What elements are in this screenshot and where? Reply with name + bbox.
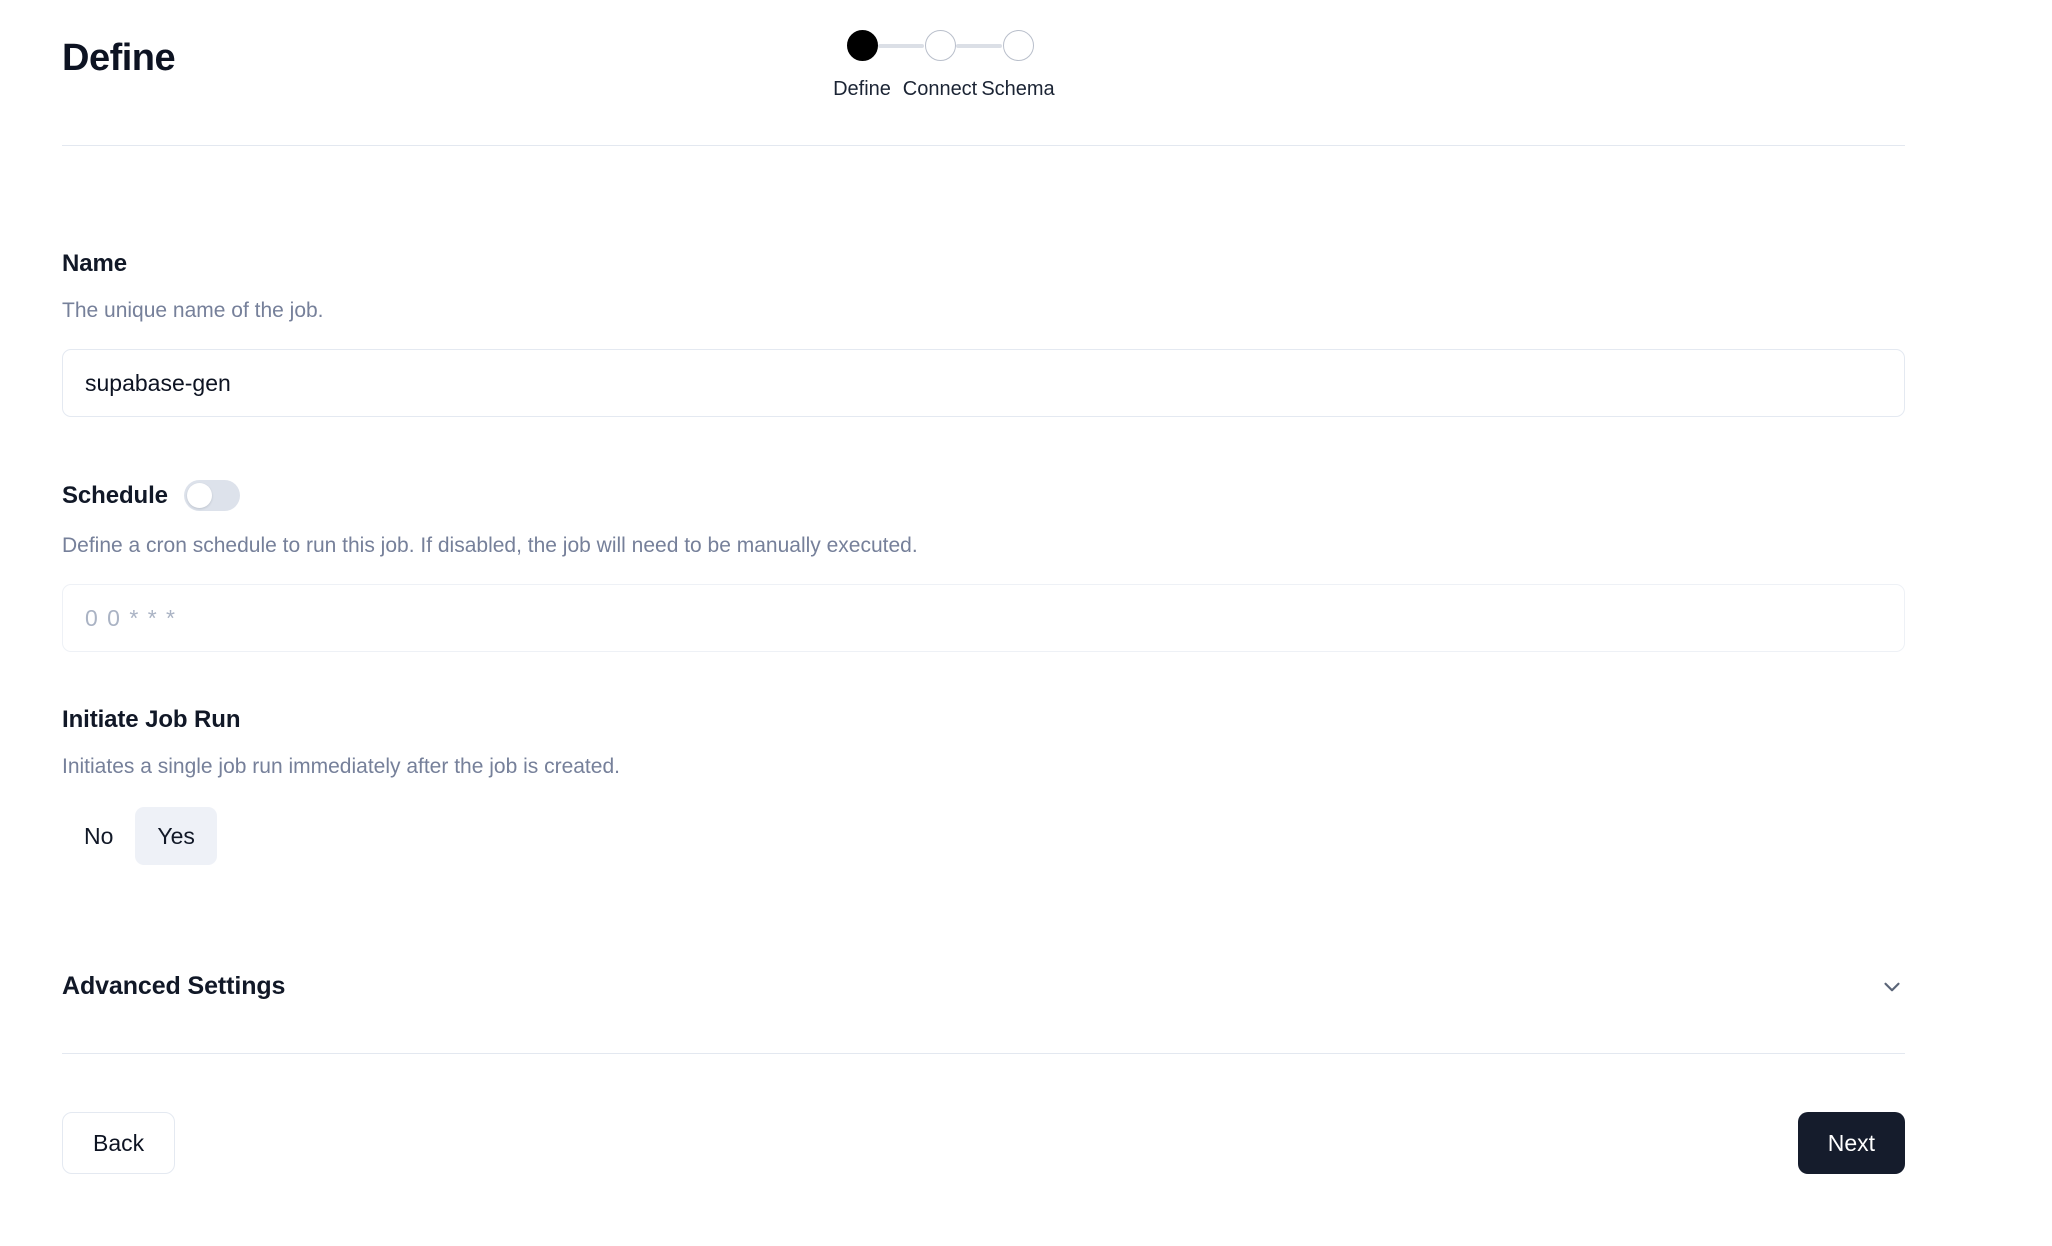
page-title: Define <box>62 37 176 79</box>
wizard-footer: Back Next <box>62 1112 1905 1174</box>
advanced-settings-title: Advanced Settings <box>62 972 286 1000</box>
define-job-wizard-page: Define Define Connect Schema Name The un… <box>0 0 2052 1246</box>
back-button[interactable]: Back <box>62 1112 176 1174</box>
wizard-stepper: Define Connect Schema <box>833 30 1055 100</box>
schedule-toggle[interactable] <box>183 480 240 511</box>
schedule-label-row: Schedule <box>62 480 1905 511</box>
footer-divider <box>62 1053 1905 1054</box>
page-header: Define Define Connect Schema <box>0 0 2052 146</box>
next-button[interactable]: Next <box>1797 1112 1905 1174</box>
step-label-define: Define <box>833 78 891 100</box>
step-connector-2 <box>956 44 1002 48</box>
field-name: Name The unique name of the job. <box>62 250 1905 418</box>
initiate-job-run-segmented-control: No Yes <box>62 807 1905 866</box>
initiate-job-run-option-yes[interactable]: Yes <box>135 807 217 866</box>
step-label-connect: Connect <box>902 78 978 100</box>
initiate-job-run-label: Initiate Job Run <box>62 706 241 733</box>
name-label: Name <box>62 250 127 277</box>
schedule-toggle-knob <box>186 483 212 508</box>
field-schedule: Schedule Define a cron schedule to run t… <box>62 480 1905 653</box>
name-help-text: The unique name of the job. <box>62 299 324 322</box>
header-divider <box>62 145 1905 146</box>
advanced-settings-toggle-row[interactable]: Advanced Settings <box>62 972 1905 1001</box>
step-dot-schema <box>1002 30 1034 61</box>
step-dot-define <box>846 30 878 61</box>
step-connector-1 <box>878 44 924 48</box>
initiate-job-run-option-no[interactable]: No <box>62 807 135 865</box>
cron-schedule-input[interactable] <box>62 584 1905 653</box>
step-label-schema: Schema <box>981 78 1055 100</box>
chevron-down-icon <box>1879 974 1905 1000</box>
schedule-label: Schedule <box>62 481 168 509</box>
initiate-job-run-help-text: Initiates a single job run immediately a… <box>62 755 620 778</box>
schedule-help-text: Define a cron schedule to run this job. … <box>62 534 918 557</box>
name-input[interactable] <box>62 349 1905 418</box>
step-dot-connect <box>924 30 956 61</box>
field-initiate-job-run: Initiate Job Run Initiates a single job … <box>62 706 1905 866</box>
